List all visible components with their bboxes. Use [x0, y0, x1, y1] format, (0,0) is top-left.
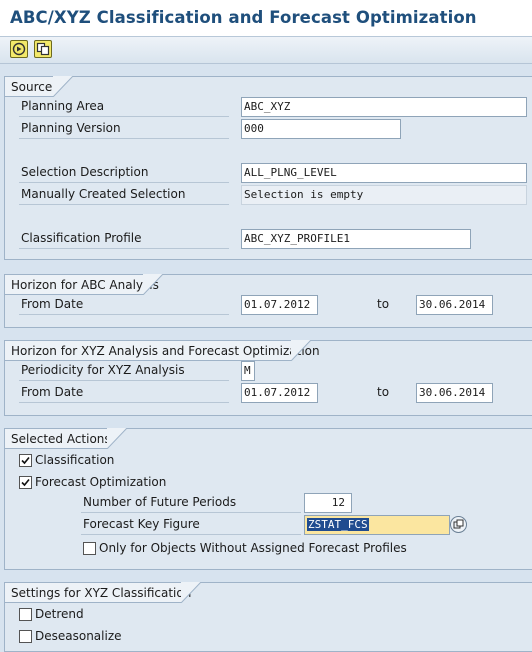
source-group-tab: Source — [5, 76, 73, 97]
abc-horizon-group: Horizon for ABC Analysis From Date 01.07… — [4, 274, 532, 328]
abc-horizon-tab: Horizon for ABC Analysis — [5, 274, 163, 295]
periodicity-label: Periodicity for XYZ Analysis — [19, 361, 229, 381]
selected-actions-title: Selected Actions — [11, 432, 111, 446]
selected-actions-tab: Selected Actions — [5, 428, 127, 449]
only-objects-label: Only for Objects Without Assigned Foreca… — [99, 541, 407, 555]
abc-to-date-field[interactable]: 30.06.2014 — [416, 295, 493, 315]
manual-selection-field: Selection is empty — [241, 185, 527, 205]
forecast-key-figure-value: ZSTAT_FCS — [307, 518, 369, 531]
xyz-settings-tab: Settings for XYZ Classification — [5, 582, 201, 603]
deseasonalize-checkbox[interactable] — [19, 630, 32, 643]
xyz-from-date-label: From Date — [19, 383, 229, 403]
planning-version-field[interactable]: 000 — [241, 119, 401, 139]
copy-variant-icon[interactable] — [34, 40, 52, 58]
forecast-key-figure-label: Forecast Key Figure — [81, 515, 301, 535]
value-help-icon[interactable] — [450, 516, 467, 533]
xyz-to-date-field[interactable]: 30.06.2014 — [416, 383, 493, 403]
detrend-checkbox[interactable] — [19, 608, 32, 621]
xyz-to-label: to — [377, 385, 390, 399]
classification-profile-field[interactable]: ABC_XYZ_PROFILE1 — [241, 229, 471, 249]
planning-area-field[interactable]: ABC_XYZ — [241, 97, 527, 117]
periodicity-field[interactable]: M — [241, 361, 255, 381]
planning-area-label: Planning Area — [19, 97, 229, 117]
abc-from-date-label: From Date — [19, 295, 229, 315]
execute-icon[interactable] — [10, 40, 28, 58]
classification-checkbox[interactable] — [19, 454, 32, 467]
abc-to-label: to — [377, 297, 390, 311]
only-objects-checkbox[interactable] — [83, 542, 96, 555]
future-periods-field[interactable]: 12 — [304, 493, 352, 513]
xyz-horizon-title: Horizon for XYZ Analysis and Forecast Op… — [11, 344, 320, 358]
planning-version-label: Planning Version — [19, 119, 229, 139]
xyz-from-date-field[interactable]: 01.07.2012 — [241, 383, 318, 403]
application-toolbar — [0, 36, 532, 64]
forecast-optimization-label: Forecast Optimization — [35, 475, 167, 489]
selection-description-label: Selection Description — [19, 163, 229, 183]
page-title: ABC/XYZ Classification and Forecast Opti… — [10, 8, 477, 27]
title-bar: ABC/XYZ Classification and Forecast Opti… — [0, 0, 532, 36]
source-title: Source — [11, 80, 53, 94]
xyz-horizon-group: Horizon for XYZ Analysis and Forecast Op… — [4, 340, 532, 416]
abc-from-date-field[interactable]: 01.07.2012 — [241, 295, 318, 315]
forecast-key-figure-field[interactable]: ZSTAT_FCS — [304, 515, 450, 535]
selection-description-field[interactable]: ALL_PLNG_LEVEL — [241, 163, 527, 183]
manual-selection-label: Manually Created Selection — [19, 185, 229, 205]
xyz-settings-group: Settings for XYZ Classification Detrend … — [4, 582, 532, 652]
classification-label: Classification — [35, 453, 115, 467]
forecast-optimization-checkbox[interactable] — [19, 476, 32, 489]
future-periods-label: Number of Future Periods — [81, 493, 301, 513]
classification-profile-label: Classification Profile — [19, 229, 229, 249]
abc-horizon-title: Horizon for ABC Analysis — [11, 278, 159, 292]
xyz-horizon-tab: Horizon for XYZ Analysis and Forecast Op… — [5, 340, 320, 361]
xyz-settings-title: Settings for XYZ Classification — [11, 586, 192, 600]
detrend-label: Detrend — [35, 607, 84, 621]
source-group: Source Planning Area ABC_XYZ Planning Ve… — [4, 76, 532, 260]
selected-actions-group: Selected Actions Classification Forecast… — [4, 428, 532, 570]
deseasonalize-label: Deseasonalize — [35, 629, 122, 643]
